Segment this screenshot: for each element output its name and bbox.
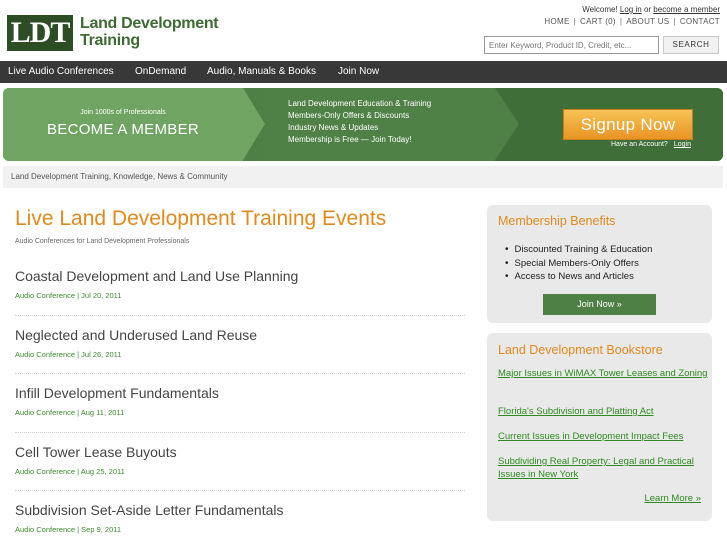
signup-now-button[interactable]: Signup Now — [563, 109, 693, 140]
bookstore-box: Land Development Bookstore Major Issues … — [487, 333, 712, 521]
logo-line-1: Land Development — [80, 15, 219, 32]
or-text: or — [643, 5, 652, 14]
separator: | — [619, 17, 623, 26]
event-meta: Audio Conference | Sep 9, 2011 — [15, 525, 122, 534]
event-divider — [15, 373, 465, 374]
cart-link[interactable]: CART (0) — [580, 17, 616, 26]
bookstore-link[interactable]: Major Issues in WiMAX Tower Leases and Z… — [498, 367, 708, 380]
benefit-item: Discounted Training & Education — [505, 243, 653, 257]
login-link[interactable]: Log in — [620, 5, 642, 14]
have-account-label: Have an Account? — [611, 141, 668, 148]
event-title[interactable]: Subdivision Set-Aside Letter Fundamental… — [15, 502, 465, 518]
event-meta: Audio Conference | Jul 20, 2011 — [15, 291, 122, 300]
membership-benefits-title: Membership Benefits — [498, 214, 616, 228]
event-item: Infill Development Fundamentals Audio Co… — [15, 385, 465, 417]
have-account-text: Have an Account? Login — [611, 141, 691, 148]
banner-benefit: Industry News & Updates — [288, 123, 379, 132]
banner-benefit: Membership is Free — Join Today! — [288, 135, 412, 144]
welcome-message: Welcome! Log in or become a member — [582, 5, 720, 14]
nav-ondemand[interactable]: OnDemand — [135, 61, 186, 83]
separator: | — [573, 17, 576, 26]
learn-more-link[interactable]: Learn More » — [644, 493, 701, 504]
event-item: Subdivision Set-Aside Letter Fundamental… — [15, 502, 465, 534]
search-button[interactable]: SEARCH — [663, 36, 719, 54]
page-subtitle: Audio Conferences for Land Development P… — [15, 238, 190, 245]
about-us-link[interactable]: ABOUT US — [626, 17, 669, 26]
event-meta: Audio Conference | Jul 26, 2011 — [15, 350, 122, 359]
membership-benefits-list: Discounted Training & Education Special … — [505, 243, 653, 284]
banner-benefit: Land Development Education & Training — [288, 99, 432, 108]
banner-benefits: Land Development Education & Training Me… — [288, 98, 431, 146]
bookstore-link[interactable]: Current Issues in Development Impact Fee… — [498, 430, 708, 443]
banner-login-link[interactable]: Login — [674, 141, 691, 148]
event-title[interactable]: Coastal Development and Land Use Plannin… — [15, 268, 465, 284]
bookstore-link[interactable]: Subdividing Real Property: Legal and Pra… — [498, 455, 708, 481]
logo-mark[interactable]: LDT — [7, 15, 73, 51]
become-member-heading[interactable]: BECOME A MEMBER — [3, 121, 243, 138]
event-item: Cell Tower Lease Buyouts Audio Conferenc… — [15, 444, 465, 476]
event-meta: Audio Conference | Aug 11, 2011 — [15, 408, 125, 417]
banner-benefit: Members-Only Offers & Discounts — [288, 111, 410, 120]
main-nav: Live Audio Conferences OnDemand Audio, M… — [0, 61, 727, 83]
event-divider — [15, 490, 465, 491]
search-input[interactable] — [484, 36, 659, 54]
event-title[interactable]: Cell Tower Lease Buyouts — [15, 444, 465, 460]
banner-arrow-2 — [495, 88, 519, 160]
site-tagline: Land Development Training, Knowledge, Ne… — [3, 166, 723, 188]
banner-small-text: Join 1000s of Professionals — [80, 109, 166, 116]
event-title[interactable]: Neglected and Underused Land Reuse — [15, 327, 465, 343]
site-logo-text[interactable]: Land Development Training — [80, 15, 219, 49]
join-now-button[interactable]: Join Now » — [543, 294, 656, 315]
benefit-item: Access to News and Articles — [505, 270, 652, 284]
nav-audio-manuals-books[interactable]: Audio, Manuals & Books — [207, 61, 316, 83]
event-meta: Audio Conference | Aug 25, 2011 — [15, 467, 125, 476]
nav-live-audio-conferences[interactable]: Live Audio Conferences — [8, 61, 114, 83]
event-item: Neglected and Underused Land Reuse Audio… — [15, 327, 465, 359]
page-title: Live Land Development Training Events — [15, 207, 387, 230]
separator: | — [673, 17, 676, 26]
event-title[interactable]: Infill Development Fundamentals — [15, 385, 465, 401]
event-item: Coastal Development and Land Use Plannin… — [15, 268, 465, 300]
event-divider — [15, 432, 465, 433]
event-divider — [15, 315, 465, 316]
site-header: LDT Land Development Training Welcome! L… — [0, 0, 727, 62]
contact-link[interactable]: CONTACT — [680, 17, 720, 26]
nav-join-now[interactable]: Join Now — [338, 61, 379, 83]
become-member-link[interactable]: become a member — [653, 5, 720, 14]
logo-line-2: Training — [80, 32, 140, 49]
home-link[interactable]: HOME — [544, 17, 569, 26]
benefit-item: Special Members-Only Offers — [505, 257, 652, 271]
membership-benefits-box: Membership Benefits Discounted Training … — [487, 205, 712, 323]
banner-arrow-1 — [243, 88, 265, 160]
bookstore-link[interactable]: Florida's Subdivision and Platting Act — [498, 405, 708, 418]
top-links: HOME | CART (0) | ABOUT US | CONTACT — [544, 17, 720, 26]
bookstore-title: Land Development Bookstore — [498, 343, 663, 357]
welcome-text: Welcome! — [582, 5, 618, 14]
membership-banner: Join 1000s of Professionals BECOME A MEM… — [3, 88, 723, 161]
